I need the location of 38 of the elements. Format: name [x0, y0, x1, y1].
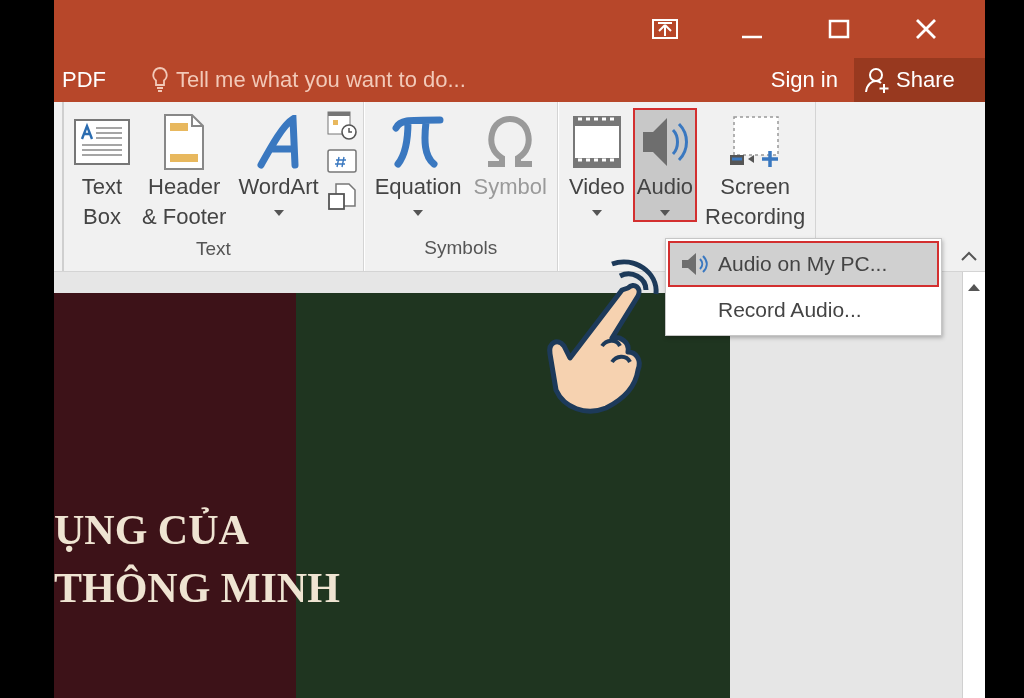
group-label: Text	[194, 238, 232, 261]
ribbon-display-options-icon[interactable]	[651, 19, 678, 39]
letter-a-icon	[256, 115, 301, 169]
ribbon-button[interactable]: Header & Footer	[138, 108, 231, 238]
scroll-up-icon	[967, 282, 981, 292]
lightbulb-icon	[150, 66, 170, 94]
menu-item[interactable]: Record Audio...	[668, 287, 939, 333]
ribbon-button[interactable]: Screen Recording	[701, 108, 810, 238]
sign-in-link[interactable]: Sign in	[770, 67, 838, 93]
speaker-icon	[680, 252, 708, 276]
slide-title-text: ỤNG CỦA	[54, 506, 249, 555]
share-button[interactable]: Share	[854, 58, 985, 102]
ribbon-button[interactable]: WordArt	[234, 108, 323, 222]
group-label: Symbols	[423, 237, 499, 260]
dropdown-caret-icon	[413, 210, 424, 216]
dropdown-caret-icon	[591, 210, 602, 216]
maximize-icon[interactable]	[827, 19, 850, 39]
person-add-icon	[864, 66, 892, 94]
pi-icon	[392, 116, 445, 168]
ribbon-button[interactable]: Audio	[632, 108, 698, 222]
ribbon-tab[interactable]: PDF	[54, 67, 112, 93]
dropdown-caret-icon	[273, 210, 284, 216]
object-icon[interactable]	[326, 182, 357, 212]
collapse-ribbon-icon[interactable]	[961, 251, 977, 261]
vertical-scrollbar[interactable]	[962, 272, 985, 698]
date-time-icon[interactable]	[326, 110, 357, 140]
text-box-icon	[74, 117, 130, 167]
page-header-footer-icon	[164, 114, 205, 170]
tell-me-field[interactable]: Tell me what you want to do...	[150, 66, 496, 94]
slide-title-text: THÔNG MINH	[54, 563, 340, 613]
ribbon-button[interactable]: Text Box	[70, 108, 134, 238]
ribbon-button[interactable]: Video	[564, 108, 629, 222]
close-icon[interactable]	[914, 18, 937, 40]
ribbon-button[interactable]: Equation	[370, 108, 466, 222]
film-strip-icon	[572, 116, 621, 168]
slide-number-icon[interactable]	[326, 148, 357, 174]
menu-item[interactable]: Audio on My PC...	[668, 241, 939, 287]
dropdown-caret-icon	[659, 210, 670, 216]
